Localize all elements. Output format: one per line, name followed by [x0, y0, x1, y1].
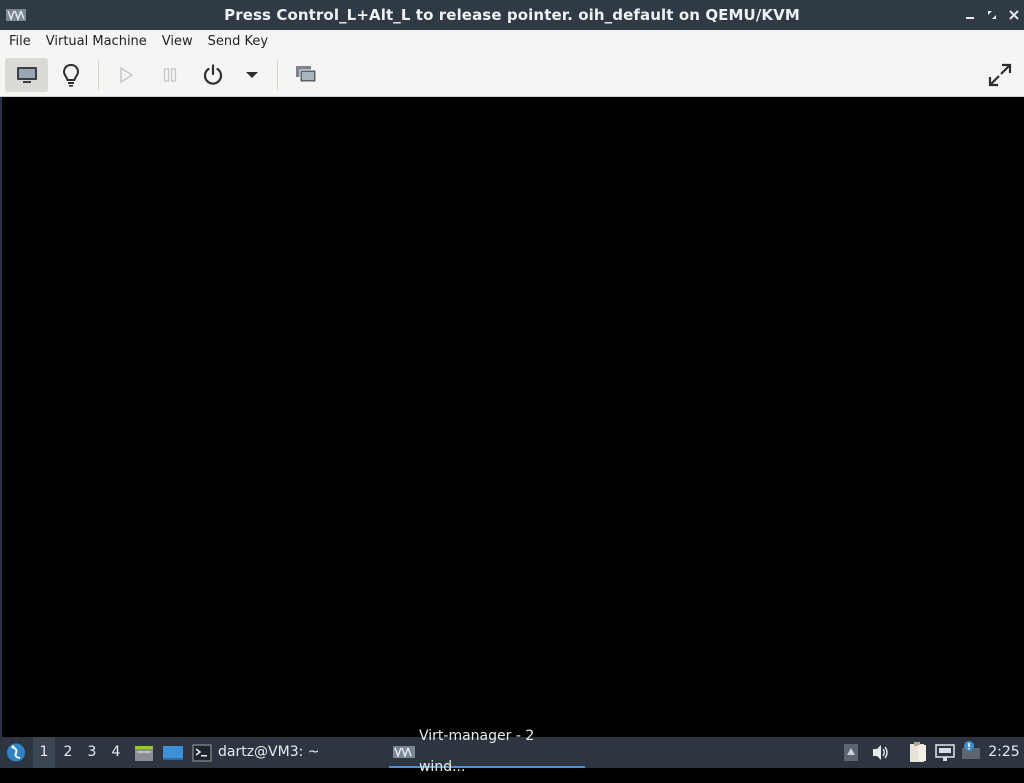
close-icon[interactable]	[1006, 7, 1022, 23]
minimize-icon[interactable]	[962, 7, 978, 23]
shutdown-button[interactable]	[196, 58, 230, 92]
taskbar: 1 2 3 4 dartz@VM3: ~ Virt-manager - 2 wi…	[0, 728, 1024, 775]
terminal-icon	[192, 744, 212, 761]
snapshots-button[interactable]	[290, 58, 322, 92]
pause-icon	[163, 68, 177, 82]
menu-bar: File Virtual Machine View Send Key	[0, 30, 1024, 54]
task-terminal-label: dartz@VM3: ~	[218, 744, 320, 760]
console-view-button[interactable]	[5, 58, 48, 92]
desktop-icon	[163, 746, 183, 760]
snapshots-icon	[296, 66, 317, 83]
tray-up-arrow[interactable]	[842, 737, 860, 768]
workspace-3[interactable]: 3	[81, 737, 103, 768]
volume-icon	[873, 745, 888, 760]
start-menu-button[interactable]	[4, 737, 28, 768]
update-notifier-button[interactable]	[960, 737, 982, 768]
notification-icon	[962, 741, 980, 759]
network-icon	[935, 744, 955, 761]
pause-button[interactable]	[154, 58, 186, 92]
workspace-4[interactable]: 4	[105, 737, 127, 768]
clipboard-icon	[910, 742, 926, 762]
clipboard-button[interactable]	[906, 737, 928, 768]
folder-icon	[135, 746, 153, 761]
run-button[interactable]	[110, 58, 142, 92]
workspace-1[interactable]: 1	[33, 737, 55, 768]
window-title: Press Control_L+Alt_L to release pointer…	[224, 6, 800, 24]
workspace-2[interactable]: 2	[57, 737, 79, 768]
fullscreen-button[interactable]	[982, 58, 1018, 92]
show-desktop-launcher[interactable]	[162, 737, 184, 768]
volume-button[interactable]	[870, 737, 890, 768]
toolbar-separator	[98, 60, 99, 90]
task-terminal[interactable]: dartz@VM3: ~	[192, 737, 382, 768]
toolbar	[0, 54, 1024, 97]
monitor-icon	[16, 67, 37, 83]
fullscreen-icon	[988, 63, 1012, 87]
vm-console-display[interactable]	[2, 97, 1024, 737]
arrow-up-icon	[844, 744, 858, 761]
play-icon	[120, 66, 134, 84]
app-menu-icon	[7, 743, 25, 762]
file-manager-launcher[interactable]	[134, 737, 154, 768]
virt-manager-icon	[393, 745, 415, 758]
maximize-icon[interactable]	[984, 7, 1000, 23]
menu-file[interactable]: File	[3, 30, 37, 54]
lightbulb-icon	[62, 63, 80, 87]
menu-virtual-machine[interactable]: Virtual Machine	[40, 30, 153, 54]
window-titlebar[interactable]: Press Control_L+Alt_L to release pointer…	[0, 0, 1024, 30]
network-button[interactable]	[934, 737, 956, 768]
power-icon	[203, 64, 223, 85]
toolbar-separator	[277, 60, 278, 90]
clock[interactable]: 2:25	[988, 737, 1020, 768]
menu-send-key[interactable]: Send Key	[202, 30, 274, 54]
menu-view[interactable]: View	[156, 30, 199, 54]
shutdown-menu-button[interactable]	[240, 58, 264, 92]
task-virt-manager-label: Virt-manager - 2 wind...	[418, 727, 535, 775]
details-view-button[interactable]	[54, 58, 88, 92]
task-virt-manager[interactable]: Virt-manager - 2 wind...	[389, 728, 585, 775]
chevron-down-icon	[246, 72, 258, 78]
